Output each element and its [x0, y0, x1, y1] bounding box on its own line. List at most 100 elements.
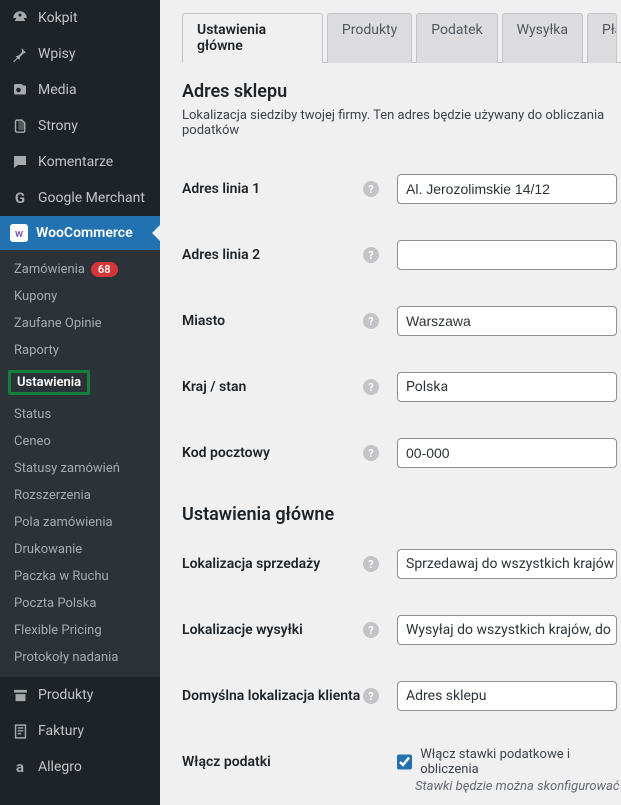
menu-produkty[interactable]: Produkty — [0, 677, 160, 713]
sub-poczta-polska[interactable]: Poczta Polska — [0, 590, 160, 617]
sub-zamowienia[interactable]: Zamówienia 68 — [0, 256, 160, 283]
sub-label: Statusy zamówień — [14, 461, 120, 476]
section-store-address-title: Adres sklepu — [182, 81, 621, 102]
menu-label: Kokpit — [38, 10, 78, 26]
label-text: Domyślna lokalizacja klienta — [182, 688, 360, 704]
section-general-title: Ustawienia główne — [182, 504, 621, 525]
select-country[interactable]: Polska — [397, 372, 617, 402]
label-text: Miasto — [182, 313, 225, 329]
menu-label: Produkty — [38, 687, 93, 703]
label-text: Lokalizacje wysyłki — [182, 622, 303, 638]
sub-ceneo[interactable]: Ceneo — [0, 428, 160, 455]
row-sell-location: Lokalizacja sprzedaży ? Sprzedawaj do ws… — [182, 531, 621, 597]
label-ship-location: Lokalizacje wysyłki ? — [182, 622, 397, 638]
help-icon[interactable]: ? — [363, 445, 379, 461]
tab-shipping[interactable]: Wysyłka — [502, 13, 583, 63]
sub-label: Raporty — [14, 343, 59, 358]
row-country: Kraj / stan ? Polska — [182, 354, 621, 420]
sub-statusy-zamowien[interactable]: Statusy zamówień — [0, 455, 160, 482]
sub-status[interactable]: Status — [0, 401, 160, 428]
menu-allegro[interactable]: a Allegro — [0, 749, 160, 785]
sub-ustawienia[interactable]: Ustawienia — [0, 364, 160, 401]
menu-label: Allegro — [38, 759, 82, 775]
invoice-icon — [10, 721, 30, 741]
help-icon[interactable]: ? — [363, 556, 379, 572]
help-icon[interactable]: ? — [363, 622, 379, 638]
sub-label: Protokoły nadania — [14, 650, 118, 665]
label-text: Kraj / stan — [182, 379, 246, 395]
sub-label: Poczta Polska — [14, 596, 96, 611]
sub-label: Pola zamówienia — [14, 515, 113, 530]
menu-media[interactable]: Media — [0, 72, 160, 108]
menu-label: Komentarze — [38, 154, 113, 170]
menu-woocommerce[interactable]: w WooCommerce — [0, 216, 160, 250]
sub-zaufane-opinie[interactable]: Zaufane Opinie — [0, 310, 160, 337]
menu-komentarze[interactable]: Komentarze — [0, 144, 160, 180]
label-text: Adres linia 2 — [182, 247, 260, 263]
sub-label: Status — [14, 407, 51, 422]
help-icon[interactable]: ? — [363, 181, 379, 197]
comment-icon — [10, 152, 30, 172]
menu-kokpit[interactable]: Kokpit — [0, 0, 160, 36]
label-sell-location: Lokalizacja sprzedaży ? — [182, 556, 397, 572]
sub-drukowanie[interactable]: Drukowanie — [0, 536, 160, 563]
sub-label: Zamówienia — [14, 262, 85, 277]
row-zip: Kod pocztowy ? — [182, 420, 621, 486]
section-store-address-desc: Lokalizacja siedziby twojej firmy. Ten a… — [182, 108, 621, 138]
menu-wpisy[interactable]: Wpisy — [0, 36, 160, 72]
row-enable-tax: Włącz podatki Włącz stawki podatkowe i o… — [182, 729, 621, 785]
menu-label: WooCommerce — [36, 225, 133, 241]
select-ship-location[interactable]: Wysyłaj do wszystkich krajów, do — [397, 615, 617, 645]
menu-google-merchant[interactable]: G Google Merchant — [0, 180, 160, 216]
settings-content: Ustawienia główne Produkty Podatek Wysył… — [160, 0, 621, 805]
row-address-2: Adres linia 2 ? — [182, 222, 621, 288]
sub-rozszerzenia[interactable]: Rozszerzenia — [0, 482, 160, 509]
label-zip: Kod pocztowy ? — [182, 445, 397, 461]
tab-general[interactable]: Ustawienia główne — [182, 13, 323, 63]
input-city[interactable] — [397, 306, 617, 336]
help-icon[interactable]: ? — [363, 313, 379, 329]
allegro-icon: a — [10, 757, 30, 777]
admin-sidebar: Kokpit Wpisy Media Strony Komentarze G G… — [0, 0, 160, 805]
select-default-location[interactable]: Adres sklepu — [397, 681, 617, 711]
input-zip[interactable] — [397, 438, 617, 468]
menu-label: Wpisy — [38, 46, 76, 62]
sub-raporty[interactable]: Raporty — [0, 337, 160, 364]
sub-label: Zaufane Opinie — [14, 316, 102, 331]
sub-protokoly-nadania[interactable]: Protokoły nadania — [0, 644, 160, 671]
sub-flexible-pricing[interactable]: Flexible Pricing — [0, 617, 160, 644]
menu-label: Media — [38, 82, 77, 98]
label-text: Włącz podatki — [182, 754, 271, 770]
row-ship-location: Lokalizacje wysyłki ? Wysyłaj do wszystk… — [182, 597, 621, 663]
menu-faktury[interactable]: Faktury — [0, 713, 160, 749]
input-address-2[interactable] — [397, 240, 617, 270]
label-text: Adres linia 1 — [182, 181, 260, 197]
sub-label: Paczka w Ruchu — [14, 569, 109, 584]
label-address-1: Adres linia 1 ? — [182, 181, 397, 197]
help-icon[interactable]: ? — [363, 688, 379, 704]
woocommerce-submenu: Zamówienia 68 Kupony Zaufane Opinie Rapo… — [0, 250, 160, 677]
tab-payments[interactable]: Płatności — [587, 13, 617, 63]
help-icon[interactable]: ? — [363, 379, 379, 395]
tax-hint: Stawki będzie można skonfigurować — [415, 779, 621, 794]
pin-icon — [10, 44, 30, 64]
menu-label: Strony — [38, 118, 78, 134]
label-country: Kraj / stan ? — [182, 379, 397, 395]
tab-products[interactable]: Produkty — [327, 13, 412, 63]
tab-tax[interactable]: Podatek — [416, 13, 497, 63]
menu-label: Google Merchant — [38, 190, 145, 206]
row-address-1: Adres linia 1 ? — [182, 156, 621, 222]
sub-label: Ceneo — [14, 434, 51, 449]
sub-paczka-w-ruchu[interactable]: Paczka w Ruchu — [0, 563, 160, 590]
woocommerce-icon: w — [10, 224, 28, 242]
help-icon[interactable]: ? — [363, 247, 379, 263]
select-sell-location[interactable]: Sprzedawaj do wszystkich krajów — [397, 549, 617, 579]
menu-label: Faktury — [38, 723, 84, 739]
checkbox-enable-tax[interactable] — [397, 754, 412, 770]
sub-pola-zamowienia[interactable]: Pola zamówienia — [0, 509, 160, 536]
menu-strony[interactable]: Strony — [0, 108, 160, 144]
pages-icon — [10, 116, 30, 136]
input-address-1[interactable] — [397, 174, 617, 204]
sub-kupony[interactable]: Kupony — [0, 283, 160, 310]
row-city: Miasto ? — [182, 288, 621, 354]
